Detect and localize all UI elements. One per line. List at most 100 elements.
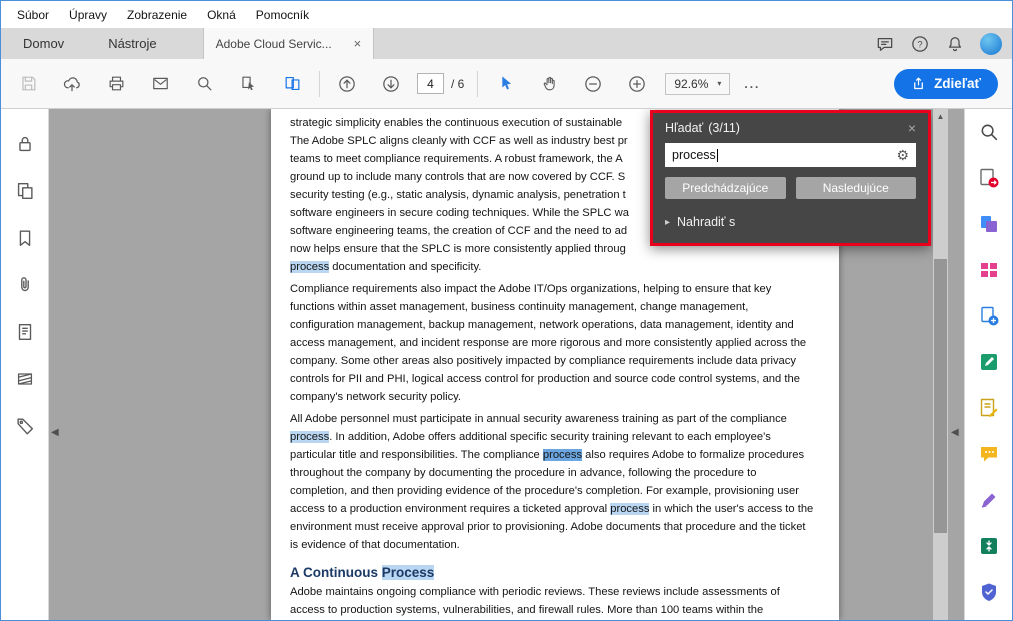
touch-select-button[interactable] [226, 66, 270, 102]
sign-pen-icon [981, 493, 995, 508]
tab-close-icon[interactable]: × [354, 37, 362, 50]
menu-file[interactable]: Súbor [7, 1, 59, 28]
arrow-down-circle-icon [383, 75, 399, 92]
svg-text:?: ? [917, 39, 922, 49]
find-buttons-row: Predchádzajúce Nasledujúce [665, 177, 916, 199]
main-area: strategic simplicity enables the continu… [1, 109, 1012, 620]
shield-icon [981, 583, 996, 601]
export-pdf-icon [979, 168, 998, 187]
edit-pdf-icon [980, 353, 997, 370]
account-button[interactable] [980, 32, 1002, 55]
next-match-button[interactable]: Nasledujúce [795, 177, 916, 199]
bookmarks-button[interactable] [12, 225, 38, 251]
attachments-button[interactable] [12, 272, 38, 298]
document-viewer: strategic simplicity enables the continu… [49, 109, 933, 620]
previous-page-button[interactable] [325, 66, 369, 102]
search-tools-button[interactable] [976, 119, 1001, 144]
organize-pages-button[interactable] [976, 257, 1001, 282]
notes-panel-button[interactable] [12, 319, 38, 345]
replace-with-label: Nahradiť s [677, 215, 736, 229]
comment-button[interactable] [976, 441, 1001, 466]
tabbar: Domov Nástroje Adobe Cloud Servic... × ? [1, 28, 1012, 59]
toolbar-separator [477, 70, 479, 97]
page-notes-icon [18, 323, 31, 341]
magnifier-icon [197, 77, 211, 91]
tag-icon [16, 418, 33, 435]
edit-pdf-button[interactable] [976, 349, 1001, 374]
zoom-level-dropdown[interactable]: 92.6% ▾ [665, 72, 731, 95]
cloud-upload-button[interactable] [50, 66, 94, 102]
arrow-up-circle-icon [339, 75, 355, 92]
search-icon [981, 124, 997, 140]
document-scrollbar[interactable]: ▲ [933, 109, 948, 620]
compress-pdf-icon [980, 537, 997, 554]
page-thumbnails-icon [17, 182, 33, 200]
plus-circle-icon [629, 75, 646, 92]
compress-pdf-button[interactable] [976, 533, 1001, 558]
page-number-input[interactable] [417, 73, 444, 94]
lock-icon [18, 136, 31, 152]
find-button[interactable] [182, 66, 226, 102]
menu-edit[interactable]: Úpravy [59, 1, 117, 28]
save-button[interactable] [6, 66, 50, 102]
replace-with-expander[interactable]: ▸ Nahradiť s [665, 215, 735, 229]
help-button[interactable]: ? [910, 34, 930, 54]
protect-button[interactable] [976, 579, 1001, 604]
page-view-button[interactable] [270, 66, 314, 102]
chevron-down-icon: ▾ [717, 79, 722, 88]
tab-home[interactable]: Domov [1, 28, 86, 59]
more-tools-button[interactable]: ... [730, 77, 774, 91]
left-navigation-rail [1, 109, 49, 620]
share-icon [914, 77, 923, 90]
speech-bubble-icon [877, 37, 893, 51]
tabbar-right: ? [875, 28, 1002, 59]
zoom-out-button[interactable] [571, 66, 615, 102]
split-pages-icon [285, 76, 299, 91]
combine-files-button[interactable] [976, 211, 1001, 236]
zoom-level-value: 92.6% [674, 76, 709, 91]
security-settings-button[interactable] [12, 131, 38, 157]
hand-tool-button[interactable] [527, 66, 571, 102]
right-panel-collapse-arrow[interactable]: ◀ [951, 427, 959, 438]
create-pdf-button[interactable] [976, 303, 1001, 328]
acrobat-window: Súbor Úpravy Zobrazenie Okná Pomocník Do… [0, 0, 1013, 621]
fill-sign-button[interactable] [976, 395, 1001, 420]
find-input[interactable]: process ⚙ [665, 143, 916, 167]
print-button[interactable] [94, 66, 138, 102]
gear-icon[interactable]: ⚙ [896, 148, 909, 162]
share-button[interactable]: Zdieľať [894, 68, 998, 99]
notifications-button[interactable] [945, 34, 965, 54]
tab-document[interactable]: Adobe Cloud Servic... × [202, 28, 375, 59]
select-tool-button[interactable] [483, 66, 527, 102]
model-tree-button[interactable] [12, 366, 38, 392]
left-panel-collapse-arrow[interactable]: ◀ [51, 427, 59, 438]
next-page-button[interactable] [369, 66, 413, 102]
export-pdf-button[interactable] [976, 165, 1001, 190]
save-icon [21, 76, 35, 91]
certificates-button[interactable] [976, 487, 1001, 512]
cloud-upload-icon [63, 76, 80, 91]
pointer-icon [502, 76, 511, 90]
paragraph-training: All Adobe personnel must participate in … [290, 413, 814, 551]
page-thumbnails-button[interactable] [12, 178, 38, 204]
menu-help[interactable]: Pomocník [246, 1, 319, 28]
right-tools-rail [964, 109, 1012, 620]
tags-button[interactable] [12, 413, 38, 439]
help-icon: ? [912, 35, 928, 52]
email-button[interactable] [138, 66, 182, 102]
menu-window[interactable]: Okná [197, 1, 246, 28]
feedback-button[interactable] [875, 34, 895, 54]
menu-view[interactable]: Zobrazenie [117, 1, 197, 28]
tab-tools[interactable]: Nástroje [86, 28, 178, 59]
previous-match-button[interactable]: Predchádzajúce [665, 177, 786, 199]
share-button-label: Zdieľať [934, 76, 981, 91]
scrollbar-up-arrow[interactable]: ▲ [933, 109, 948, 124]
find-panel-header: Hľadať (3/11) × [665, 121, 916, 135]
chevron-right-icon: ▸ [665, 216, 671, 228]
right-panel-strip: ◀ [948, 109, 964, 620]
find-query-text: process [672, 148, 716, 162]
close-icon[interactable]: × [908, 121, 916, 135]
find-panel: Hľadať (3/11) × process ⚙ Predchádzajúce… [650, 110, 931, 246]
scrollbar-thumb[interactable] [934, 259, 947, 533]
zoom-in-button[interactable] [615, 66, 659, 102]
